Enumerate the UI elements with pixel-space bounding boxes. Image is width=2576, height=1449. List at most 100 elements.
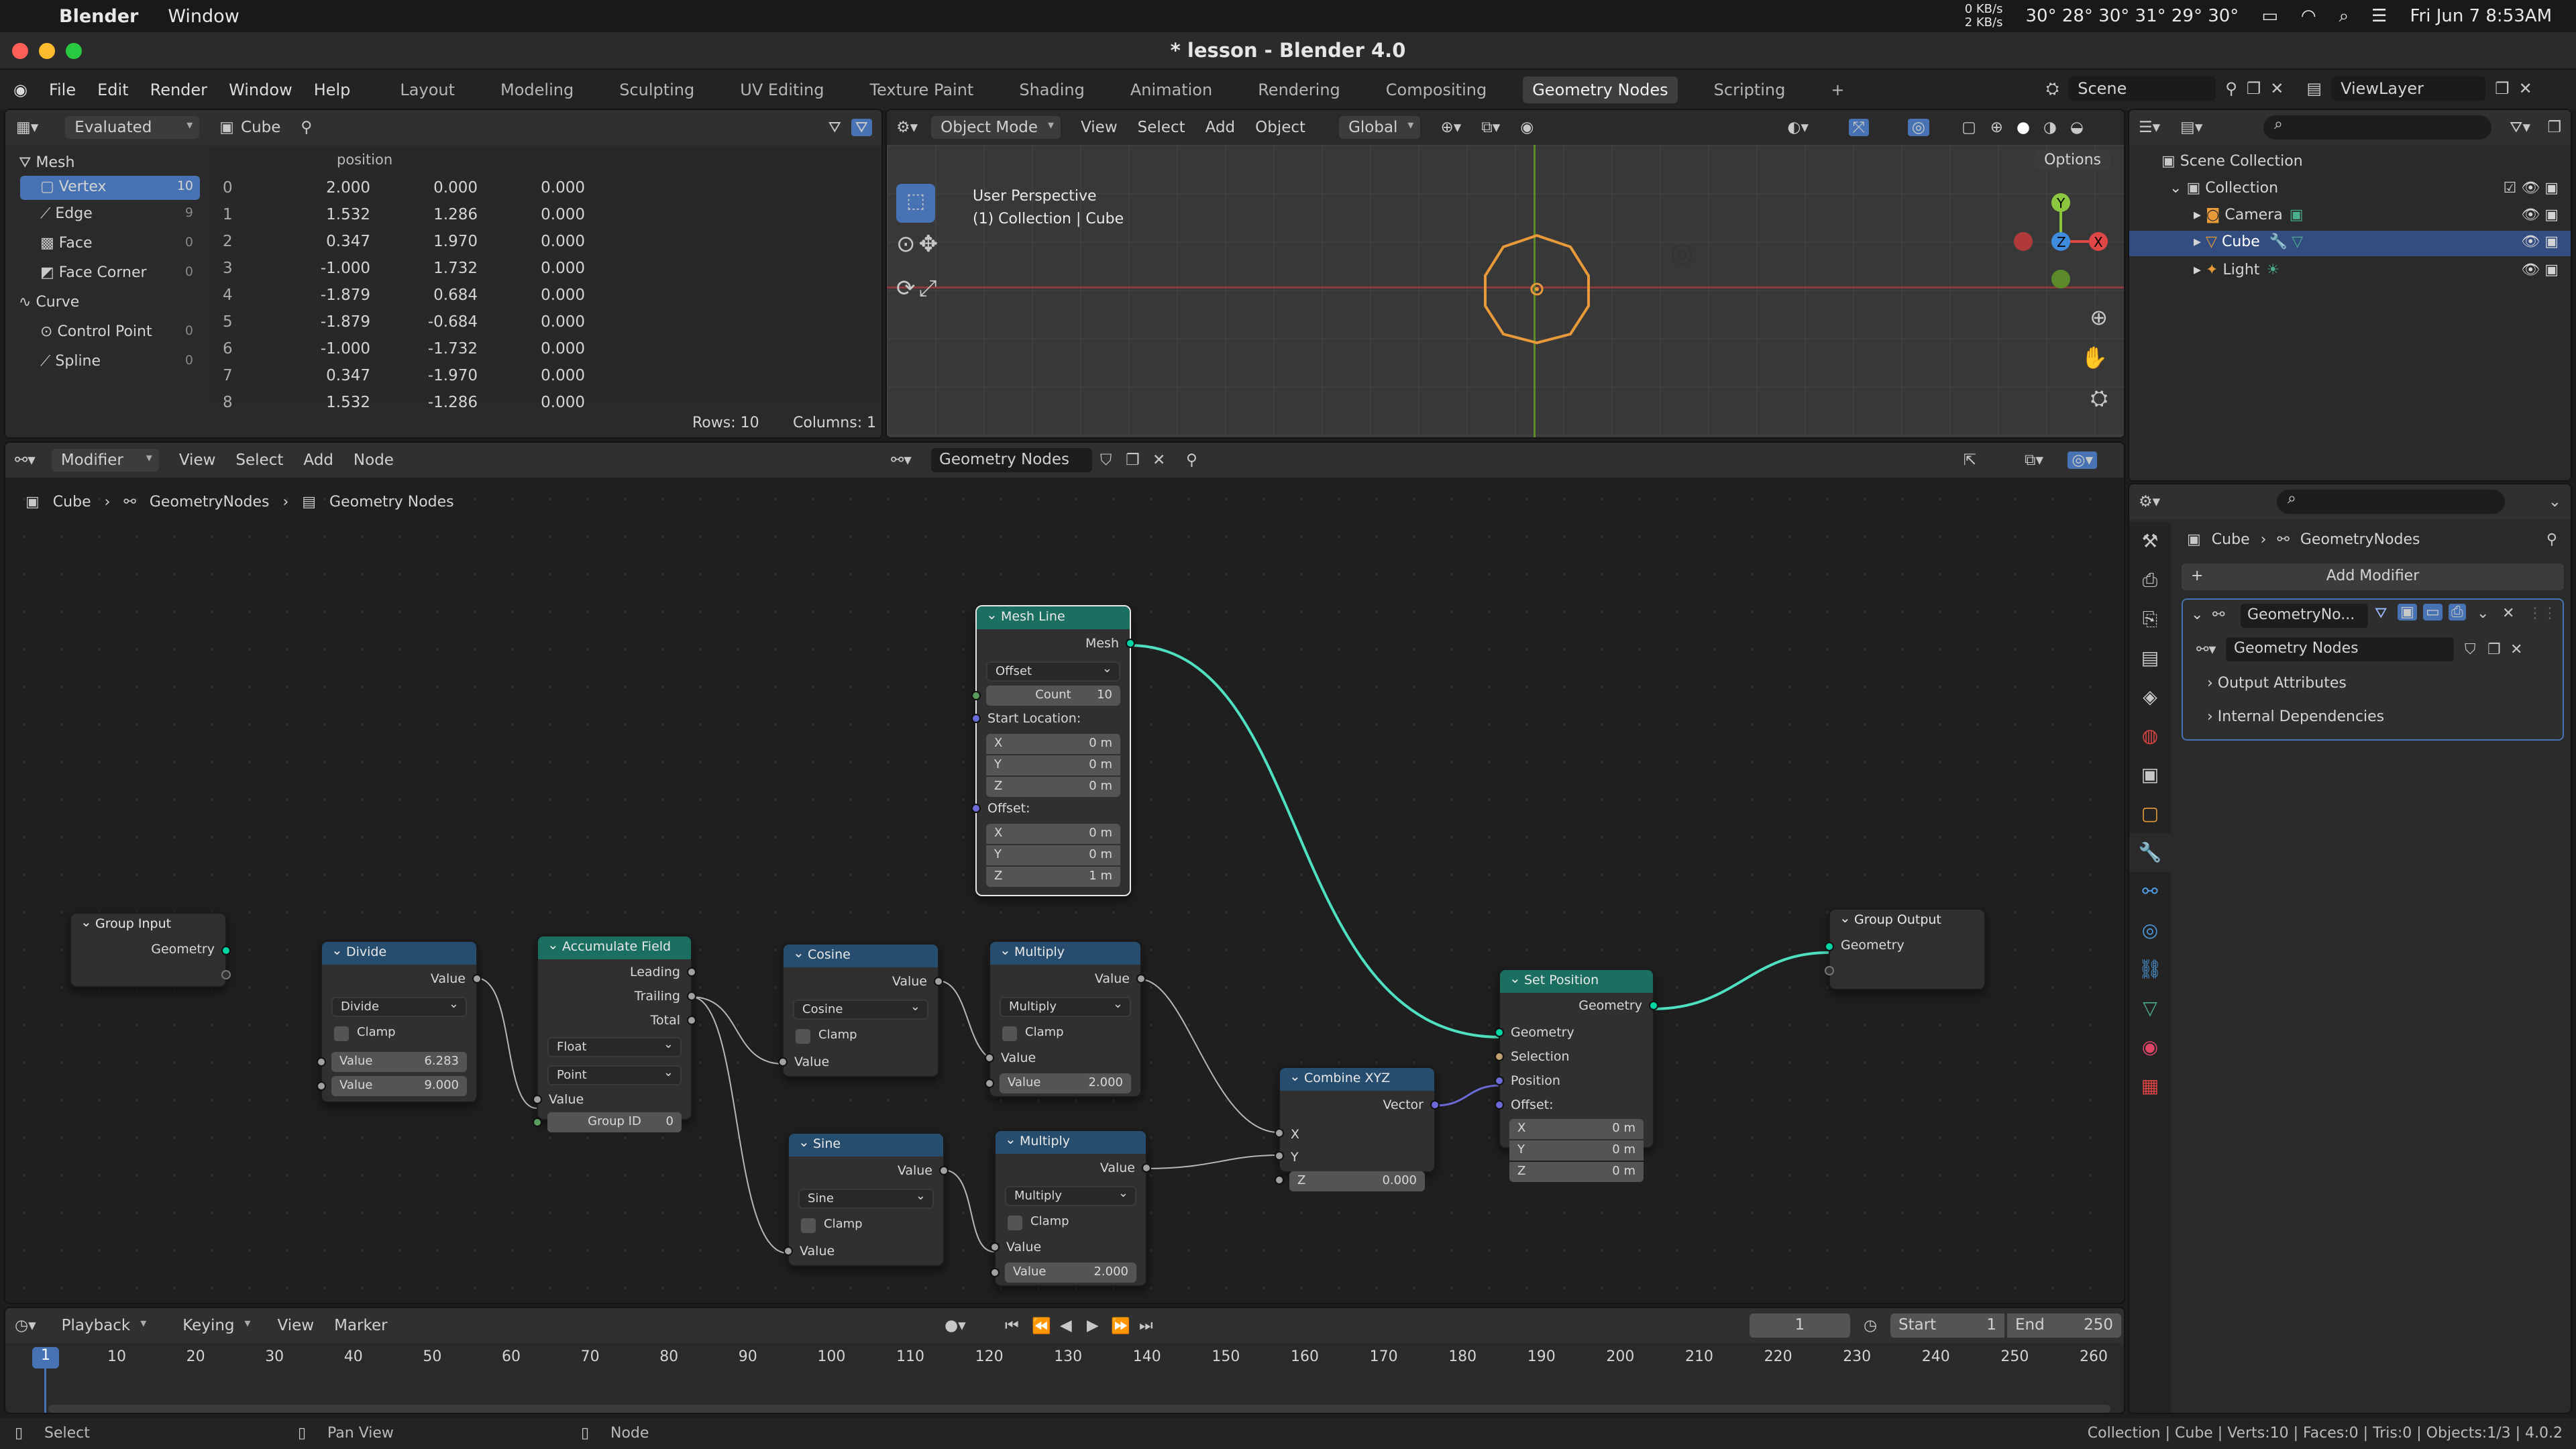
tree-mesh[interactable]: ⛛ Mesh [19, 154, 74, 171]
new-collection-icon[interactable]: ❐ [2547, 119, 2561, 136]
tree-vertex[interactable]: ▢ Vertex 10 [20, 176, 200, 200]
blender-logo-icon[interactable]: ◉ [13, 80, 28, 99]
tree-control-point[interactable]: ⊙ Control Point 0 [40, 323, 200, 340]
output-socket[interactable] [687, 991, 696, 1001]
object-tab-icon[interactable]: ▢ [2129, 794, 2171, 833]
operation-dropdown[interactable]: Multiply [1000, 997, 1131, 1017]
current-frame-indicator[interactable]: 1 [32, 1347, 59, 1368]
outliner-editor-type-icon[interactable]: ☰▾ [2139, 119, 2160, 136]
timeline-editor-type-icon[interactable]: ◷▾ [15, 1317, 36, 1334]
tree-spline[interactable]: ⟋ Spline 0 [40, 353, 200, 370]
outliner-filter-icon[interactable]: ⛛▾ [2510, 119, 2530, 136]
add-workspace-icon[interactable]: + [1821, 76, 1854, 103]
tab-compositing[interactable]: Compositing [1377, 76, 1496, 103]
clamp-checkbox[interactable] [334, 1026, 349, 1041]
navigation-gizmo[interactable]: Y X Z [2003, 188, 2110, 315]
node-multiply-cos[interactable]: Multiply Value Multiply Clamp Value Valu… [985, 941, 1146, 1097]
menu-file[interactable]: File [49, 80, 76, 99]
world-tab-icon[interactable]: ◍ [2129, 716, 2171, 755]
physics-tab-icon[interactable]: ◎ [2129, 911, 2171, 950]
shading-wireframe-icon[interactable]: ⊕ [1990, 119, 2003, 136]
app-menu[interactable]: Blender [59, 6, 138, 27]
modifier-panel[interactable]: ⌄ ⚯ GeometryNo... ⛛ ▣ ▭ ⎙ ⌄ ✕ ⋮⋮ ⚯▾ Geom… [2182, 598, 2564, 741]
delete-scene-icon[interactable]: ✕ [2270, 79, 2284, 98]
properties-search-input[interactable]: ⌕ [2277, 490, 2505, 514]
menu-help[interactable]: Help [314, 80, 351, 99]
viewport-menu-add[interactable]: Add [1205, 119, 1236, 136]
node-editor[interactable]: ⚯▾ Modifier View Select Add Node ⚯▾ Geom… [4, 441, 2125, 1304]
output-socket[interactable] [472, 974, 482, 983]
overlays-icon[interactable]: ◎ [1907, 119, 1929, 136]
tab-sculpting[interactable]: Sculpting [610, 76, 704, 103]
timeline-menu-marker[interactable]: Marker [334, 1317, 388, 1334]
view-layer-tab-icon[interactable]: ▤ [2129, 639, 2171, 678]
input-socket[interactable] [971, 691, 981, 700]
particles-tab-icon[interactable]: ⚯ [2129, 872, 2171, 911]
scale-tool-icon[interactable]: ⤢ [919, 268, 937, 314]
texture-tab-icon[interactable]: ▦ [2129, 1067, 2171, 1106]
output-socket[interactable] [687, 1016, 696, 1025]
start-z-field[interactable]: Z0 m [986, 777, 1120, 797]
viewport-toggle-icon[interactable]: ▭ [2423, 604, 2443, 621]
jump-start-icon[interactable]: ⏮ [1005, 1317, 1019, 1334]
scene-field[interactable]: Scene [2068, 76, 2216, 101]
camera-view-icon[interactable]: ⛭ [2090, 385, 2108, 411]
input-socket[interactable] [1495, 1076, 1504, 1085]
fake-user-icon[interactable]: ⛉ [2465, 641, 2476, 658]
node-mesh-line[interactable]: Mesh Line Mesh Offset Count10 Start Loca… [971, 605, 1135, 896]
modifier-tab-icon[interactable]: 🔧 [2129, 833, 2171, 872]
operation-dropdown[interactable]: Multiply [1005, 1186, 1136, 1206]
input-socket[interactable] [971, 804, 981, 813]
offset-y-field[interactable]: Y0 m [1509, 1140, 1644, 1161]
battery-icon[interactable]: ▭ [2261, 6, 2278, 26]
value-2-field[interactable]: Value 9.000 [331, 1076, 467, 1096]
node-multiply-sin[interactable]: Multiply Value Multiply Clamp Value Valu… [990, 1130, 1151, 1287]
output-socket[interactable] [1649, 1001, 1658, 1010]
end-frame-field[interactable]: End 250 [2007, 1313, 2121, 1338]
node-combine-xyz[interactable]: Combine XYZ Vector X Y Z0.000 [1275, 1067, 1440, 1191]
input-socket[interactable] [971, 714, 981, 723]
add-modifier-button[interactable]: + Add Modifier [2182, 564, 2564, 590]
tree-face-corner[interactable]: ◩ Face Corner 0 [40, 264, 200, 281]
current-frame-field[interactable]: 1 [1750, 1313, 1850, 1338]
clamp-checkbox[interactable] [801, 1218, 816, 1233]
node-group-input[interactable]: Group Input Geometry [70, 912, 231, 987]
outliner-cube[interactable]: ▸ ▽ Cube 🔧 ▽ 👁 ▣ [2129, 231, 2571, 256]
control-center-icon[interactable]: ☰ [2371, 6, 2387, 26]
offset-y-field[interactable]: Y0 m [986, 845, 1120, 865]
rotate-tool-icon[interactable]: ⟳ [896, 268, 916, 314]
record-icon[interactable]: ●▾ [945, 1317, 966, 1334]
tab-scripting[interactable]: Scripting [1705, 76, 1795, 103]
object-mode-dropdown[interactable]: Object Mode [931, 116, 1061, 139]
render-tab-icon[interactable]: ⎙ [2129, 561, 2171, 600]
prev-keyframe-icon[interactable]: ⏪ [1032, 1317, 1051, 1335]
shading-material-icon[interactable]: ◑ [2043, 119, 2057, 136]
unlink-icon[interactable]: ✕ [2510, 641, 2522, 658]
offset-z-field[interactable]: Z0 m [1509, 1162, 1644, 1182]
node-cosine[interactable]: Cosine Value Cosine Clamp Value [778, 943, 943, 1077]
tree-edge[interactable]: ⟋ Edge 9 [40, 205, 200, 222]
play-icon[interactable]: ▶ [1087, 1317, 1099, 1334]
domain-dropdown[interactable]: Point [547, 1065, 682, 1085]
z-field[interactable]: Z 0.000 [1289, 1171, 1425, 1191]
zoom-icon[interactable]: ⊕ [2090, 305, 2108, 330]
edit-mode-toggle-icon[interactable]: ⛛ [2375, 605, 2387, 622]
outliner-search-input[interactable]: ⌕ [2263, 115, 2491, 140]
operation-dropdown[interactable]: Sine [798, 1189, 934, 1209]
tool-tab-icon[interactable]: ⚒ [2129, 522, 2171, 561]
offset-x-field[interactable]: X0 m [986, 824, 1120, 844]
node-divide[interactable]: Divide Value Divide Clamp Value6.283 Val… [317, 941, 482, 1103]
transform-orientation-dropdown[interactable]: Global [1339, 116, 1421, 139]
output-socket[interactable] [934, 977, 943, 986]
outliner-collection[interactable]: ⌄ ▣ Collection ☑ 👁 ▣ [2169, 180, 2559, 197]
filter-icon[interactable]: ⛛ [828, 119, 841, 136]
playback-menu[interactable]: Playback [52, 1314, 154, 1337]
tab-modeling[interactable]: Modeling [491, 76, 583, 103]
node-set-position[interactable]: Set Position Geometry Geometry Selection… [1495, 969, 1658, 1182]
output-socket[interactable] [1142, 1163, 1151, 1173]
clamp-checkbox[interactable] [796, 1029, 810, 1044]
snap-icon[interactable]: ⧉▾ [1481, 119, 1500, 136]
node-sine[interactable]: Sine Value Sine Clamp Value [784, 1132, 949, 1267]
visibility-icon[interactable]: ◐▾ [1787, 119, 1809, 136]
window-menu[interactable]: Window [168, 6, 239, 27]
